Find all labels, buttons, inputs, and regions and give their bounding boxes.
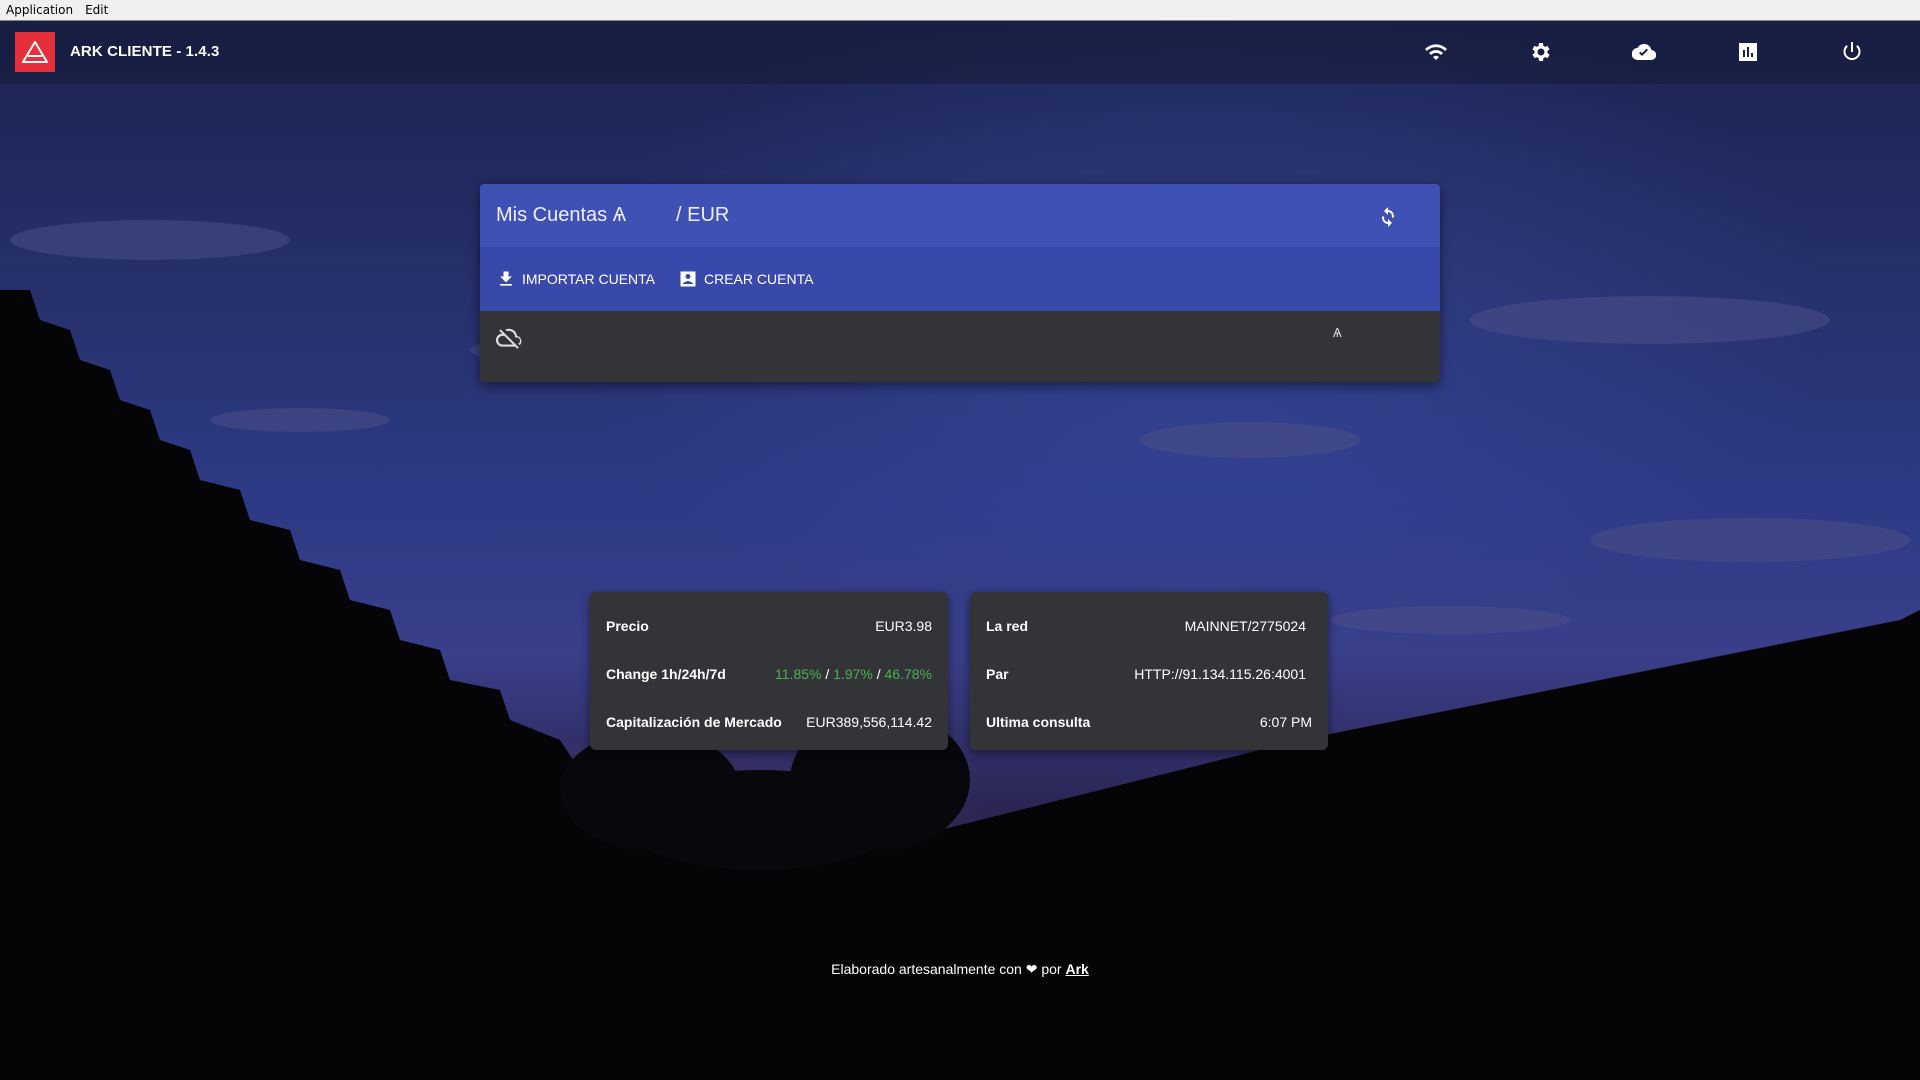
- create-account-label: CREAR CUENTA: [704, 271, 814, 287]
- price-row: Precio EUR3.98: [606, 616, 932, 636]
- menu-application[interactable]: Application: [0, 3, 79, 17]
- network-info-card: La red MAINNET/2775024 Par HTTP://91.134…: [970, 592, 1328, 750]
- ark-logo[interactable]: [15, 32, 55, 72]
- last-check-row: Ultima consulta 6:07 PM: [986, 712, 1312, 732]
- price-value: EUR3.98: [875, 618, 932, 634]
- create-account-button[interactable]: CREAR CUENTA: [678, 267, 813, 291]
- refresh-icon[interactable]: [1376, 204, 1400, 228]
- account-box-icon: [680, 271, 696, 287]
- background-image: [0, 20, 1920, 1080]
- power-icon[interactable]: [1840, 40, 1864, 64]
- download-icon: [500, 271, 512, 286]
- last-check-value: 6:07 PM: [1259, 714, 1312, 730]
- change-7d: 46.78%: [884, 666, 932, 682]
- market-cap-row: Capitalización de Mercado EUR389,556,114…: [606, 712, 932, 732]
- network-row: La red MAINNET/2775024: [986, 616, 1312, 636]
- change-label: Change 1h/24h/7d: [606, 666, 726, 682]
- accounts-list: Ѧ: [480, 311, 1440, 382]
- network-value: MAINNET/2775024: [1184, 618, 1306, 634]
- network-label: La red: [986, 618, 1029, 634]
- ark-symbol: Ѧ: [1333, 325, 1342, 340]
- price-label: Precio: [606, 618, 649, 634]
- peer-value: HTTP://91.134.115.26:4001: [1134, 666, 1306, 682]
- cloud-off-icon: [496, 328, 522, 349]
- footer-text: Elaborado artesanalmente con: [831, 961, 1022, 977]
- accounts-card-header: Mis Cuentas Ѧ / EUR: [480, 184, 1440, 247]
- os-menubar: Application Edit: [0, 0, 1920, 21]
- import-account-button[interactable]: IMPORTAR CUENTA: [496, 267, 655, 291]
- menu-edit[interactable]: Edit: [79, 3, 114, 17]
- peer-label: Par: [986, 666, 1009, 682]
- footer: Elaborado artesanalmente con ❤ por Ark: [0, 961, 1920, 978]
- separator: /: [876, 666, 881, 682]
- footer-text-por: por: [1041, 961, 1062, 977]
- heart-icon: ❤: [1025, 961, 1038, 977]
- currency-label: / EUR: [676, 204, 730, 226]
- chart-icon[interactable]: [1736, 40, 1760, 64]
- app-toolbar: ARK CLIENTE - 1.4.3: [0, 20, 1920, 84]
- last-check-label: Ultima consulta: [986, 714, 1091, 730]
- separator: /: [825, 666, 830, 682]
- wifi-icon[interactable]: [1424, 40, 1448, 64]
- ark-link[interactable]: Ark: [1065, 961, 1088, 977]
- market-cap-value: EUR389,556,114.42: [806, 714, 932, 730]
- import-account-label: IMPORTAR CUENTA: [522, 271, 656, 287]
- accounts-card: Mis Cuentas Ѧ / EUR IMPORTAR CUENTA CREA…: [480, 184, 1440, 382]
- change-values: 11.85% / 1.97% / 46.78%: [775, 666, 932, 682]
- change-row: Change 1h/24h/7d 11.85% / 1.97% / 46.78%: [606, 664, 932, 684]
- ark-logo-icon: [22, 41, 48, 63]
- accounts-title: Mis Cuentas Ѧ: [496, 204, 627, 226]
- peer-row: Par HTTP://91.134.115.26:4001: [986, 664, 1312, 684]
- settings-icon[interactable]: [1528, 40, 1552, 64]
- change-1h: 11.85%: [775, 666, 822, 682]
- change-24h: 1.97%: [833, 666, 873, 682]
- app-title: ARK CLIENTE - 1.4.3: [70, 43, 220, 60]
- cloud-upload-icon[interactable]: [1632, 40, 1656, 64]
- market-info-card: Precio EUR3.98 Change 1h/24h/7d 11.85% /…: [590, 592, 948, 750]
- market-cap-label: Capitalización de Mercado: [606, 714, 782, 730]
- accounts-actions-bar: IMPORTAR CUENTA CREAR CUENTA: [480, 247, 1440, 311]
